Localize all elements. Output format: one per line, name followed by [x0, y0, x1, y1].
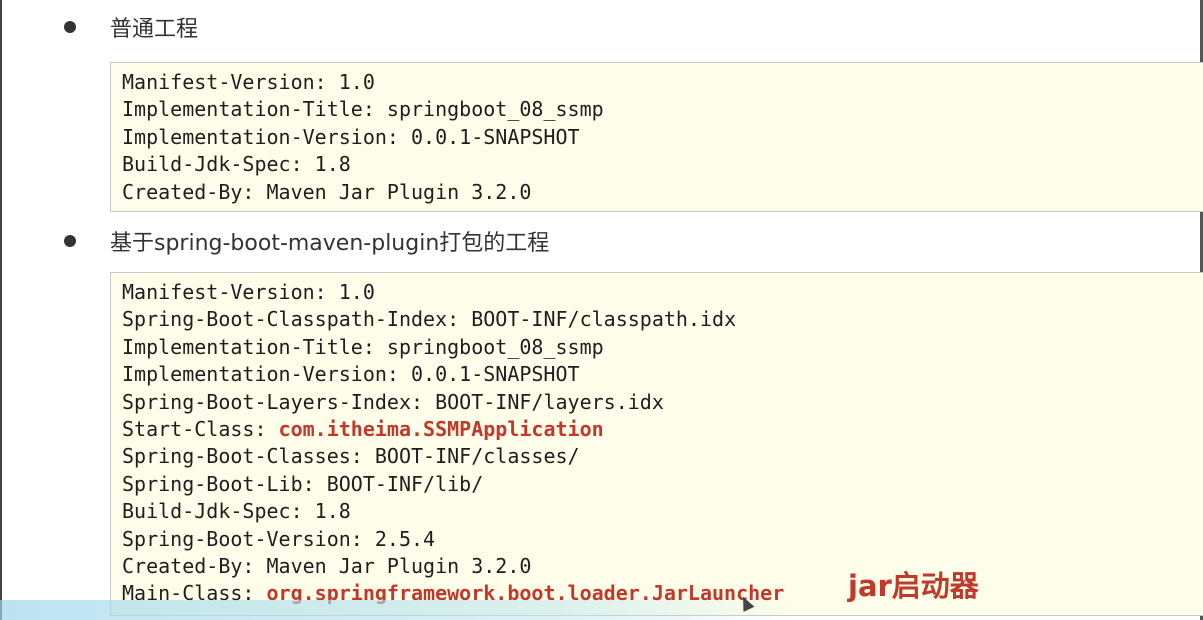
manifest-value: 0.0.1-SNAPSHOT	[410, 362, 580, 387]
manifest-value: BOOT-INF/classpath.idx	[471, 307, 737, 332]
manifest-key: Implementation-Title:	[122, 97, 387, 122]
start-class-value: com.itheima.SSMPApplication	[278, 416, 604, 441]
manifest-key: Build-Jdk-Spec:	[122, 499, 315, 524]
manifest-value: BOOT-INF/classes/	[374, 444, 580, 469]
manifest-key: Implementation-Version:	[122, 124, 411, 149]
section2-bullet: 基于spring-boot-maven-plugin打包的工程	[64, 226, 549, 256]
bullet-icon	[64, 235, 76, 247]
manifest-key: Created-By:	[122, 553, 267, 578]
manifest-line: Spring-Boot-Layers-Index: BOOT-INF/layer…	[122, 389, 1203, 416]
manifest-line: Implementation-Title: springboot_08_ssmp	[122, 334, 1203, 361]
manifest-value: 1.8	[314, 499, 351, 524]
manifest-value: springboot_08_ssmp	[386, 97, 604, 122]
manifest-value: 1.8	[314, 152, 351, 177]
manifest-key: Implementation-Version:	[122, 362, 411, 387]
manifest-value: Maven Jar Plugin 3.2.0	[266, 553, 532, 578]
manifest-value: springboot_08_ssmp	[386, 334, 604, 359]
manifest-value: BOOT-INF/lib/	[326, 471, 484, 496]
section1-heading: 普通工程	[110, 17, 199, 42]
jar-launcher-annotation: jar启动器	[848, 569, 979, 603]
section2-heading: 基于spring-boot-maven-plugin打包的工程	[110, 231, 550, 256]
manifest-key: Spring-Boot-Classpath-Index:	[122, 307, 472, 332]
manifest-line-start-class: Start-Class: com.itheima.SSMPApplication	[122, 416, 1203, 443]
manifest-line: Spring-Boot-Lib: BOOT-INF/lib/	[122, 471, 1203, 498]
manifest-key: Created-By:	[122, 179, 267, 204]
manifest-value: BOOT-INF/layers.idx	[435, 389, 664, 414]
manifest-line: Spring-Boot-Classpath-Index: BOOT-INF/cl…	[122, 306, 1203, 333]
manifest-line: Implementation-Version: 0.0.1-SNAPSHOT	[122, 361, 1203, 388]
video-progress-band	[0, 600, 800, 620]
manifest-key: Build-Jdk-Spec:	[122, 152, 315, 177]
manifest-value: 0.0.1-SNAPSHOT	[410, 124, 580, 149]
manifest-key: Manifest-Version:	[122, 70, 339, 94]
manifest-key: Implementation-Title:	[122, 334, 387, 359]
section1-bullet: 普通工程	[64, 12, 198, 42]
bullet-icon	[64, 21, 76, 33]
manifest-key: Start-Class:	[122, 416, 279, 441]
manifest-line: Implementation-Version: 0.0.1-SNAPSHOT	[122, 124, 1203, 151]
manifest-block-spring-boot: Manifest-Version: 1.0 Spring-Boot-Classp…	[110, 272, 1203, 616]
manifest-line: Spring-Boot-Classes: BOOT-INF/classes/	[122, 443, 1203, 470]
manifest-line: Manifest-Version: 1.0	[122, 69, 1203, 96]
manifest-line: Build-Jdk-Spec: 1.8	[122, 498, 1203, 525]
manifest-key: Spring-Boot-Lib:	[122, 471, 327, 496]
manifest-line: Manifest-Version: 1.0	[122, 279, 1203, 306]
manifest-line: Implementation-Title: springboot_08_ssmp	[122, 96, 1203, 123]
manifest-line: Created-By: Maven Jar Plugin 3.2.0	[122, 553, 1203, 580]
manifest-line: Spring-Boot-Version: 2.5.4	[122, 526, 1203, 553]
manifest-value: 1.0	[338, 70, 375, 94]
manifest-key: Spring-Boot-Layers-Index:	[122, 389, 436, 414]
left-border	[0, 0, 2, 620]
manifest-key: Manifest-Version:	[122, 280, 339, 304]
manifest-line: Created-By: Maven Jar Plugin 3.2.0	[122, 179, 1203, 206]
manifest-key: Spring-Boot-Version:	[122, 526, 375, 551]
manifest-value: 2.5.4	[374, 526, 436, 551]
manifest-line: Build-Jdk-Spec: 1.8	[122, 151, 1203, 178]
manifest-value: 1.0	[338, 280, 375, 304]
manifest-block-plain: Manifest-Version: 1.0 Implementation-Tit…	[110, 62, 1203, 212]
manifest-key: Spring-Boot-Classes:	[122, 444, 375, 469]
manifest-value: Maven Jar Plugin 3.2.0	[266, 179, 532, 204]
